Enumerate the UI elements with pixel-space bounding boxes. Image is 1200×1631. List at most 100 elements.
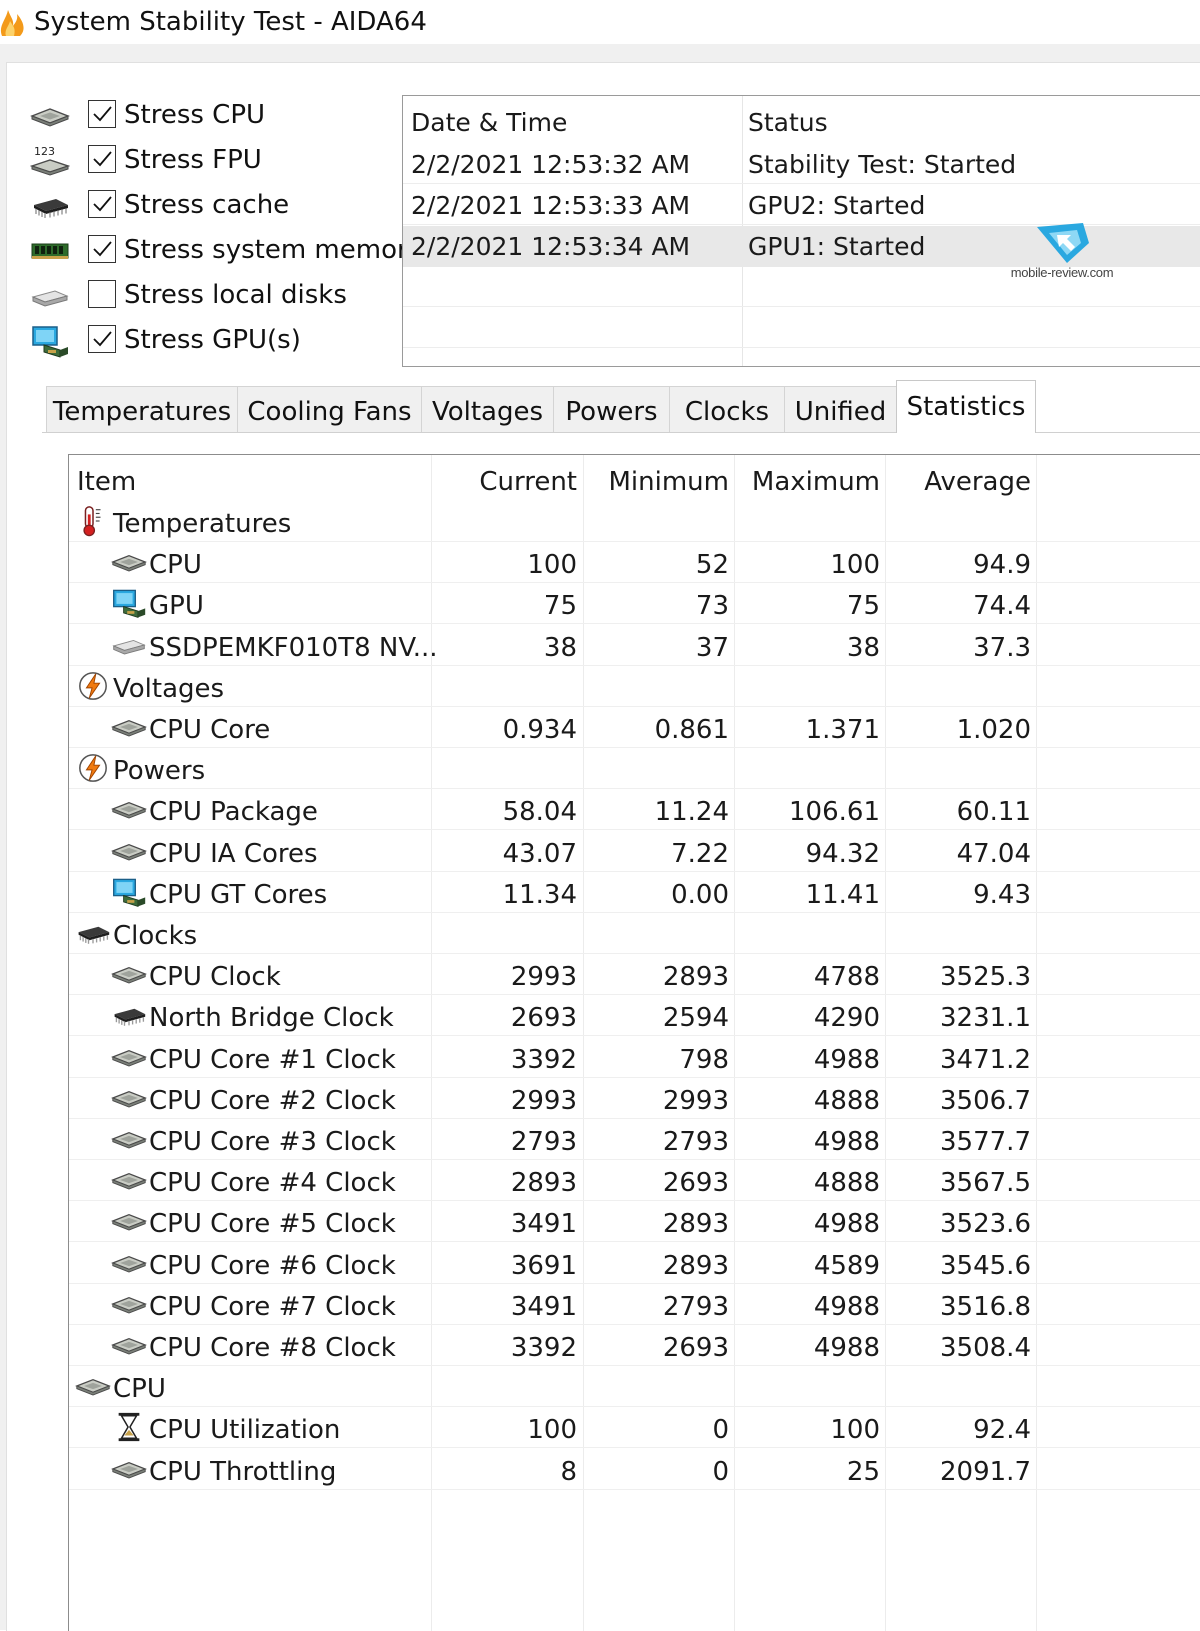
value-average: 3516.8	[940, 1291, 1031, 1322]
log-row[interactable]: 2/2/2021 12:53:32 AM Stability Test: Sta…	[403, 144, 1200, 185]
item-label: North Bridge Clock	[149, 1003, 394, 1034]
stats-row[interactable]: CPU Core #8 Clock 3392 2693 4988 3508.4	[69, 1325, 1200, 1366]
stats-row[interactable]: CPU Clock 2993 2893 4788 3525.3	[69, 954, 1200, 996]
stress-option-5[interactable]: Stress GPU(s)	[30, 320, 410, 362]
checkmark-icon	[93, 241, 112, 257]
row-icon-wrap	[75, 917, 109, 951]
stats-row[interactable]: CPU Package 58.04 11.24 106.61 60.11	[69, 789, 1200, 831]
stats-group-row[interactable]: Temperatures	[69, 501, 1200, 542]
tab-voltages[interactable]: Voltages	[421, 386, 554, 432]
stats-group-row[interactable]: Clocks	[69, 913, 1200, 954]
stats-row[interactable]: CPU Throttling 8 0 25 2091.7	[69, 1449, 1200, 1490]
value-current: 3392	[510, 1044, 577, 1075]
stress-option-3[interactable]: Stress system memory	[30, 230, 423, 272]
cpu-chip-icon	[111, 1123, 147, 1155]
stats-row[interactable]: CPU Core 0.934 0.861 1.371 1.020	[69, 707, 1200, 748]
item-label: CPU Core #3 Clock	[149, 1127, 396, 1157]
value-average: 3577.7	[940, 1127, 1031, 1157]
statistics-table[interactable]: Item Current Minimum Maximum Average Tem…	[68, 454, 1200, 1631]
value-current: 0.934	[502, 715, 577, 745]
item-label: CPU Core #1 Clock	[149, 1044, 396, 1075]
log-row[interactable]: 2/2/2021 12:53:33 AM GPU2: Started	[403, 185, 1200, 226]
item-label: CPU IA Cores	[149, 838, 318, 869]
stats-row[interactable]: CPU Core #3 Clock 2793 2793 4988 3577.7	[69, 1119, 1200, 1160]
log-status: GPU1: Started	[748, 232, 926, 261]
row-icon-wrap	[75, 505, 109, 539]
stress-option-1[interactable]: Stress FPU	[30, 140, 410, 182]
stats-row[interactable]: SSDPEMKF010T8 NV... 38 37 38 37.3	[69, 625, 1200, 666]
stats-group-row[interactable]: Voltages	[69, 666, 1200, 707]
stress-checkbox[interactable]	[88, 235, 116, 263]
stress-option-icon-wrap	[30, 324, 70, 358]
header-item[interactable]: Item	[77, 455, 136, 501]
item-label: CPU Core #5 Clock	[149, 1209, 396, 1240]
tab-clocks[interactable]: Clocks	[669, 386, 785, 432]
value-minimum: 2793	[662, 1291, 729, 1322]
log-header-status[interactable]: Status	[748, 102, 828, 143]
log-header-datetime[interactable]: Date & Time	[411, 102, 567, 143]
stats-row[interactable]: CPU GT Cores 11.34 0.00 11.41 9.43	[69, 872, 1200, 913]
lightning-icon	[75, 752, 111, 784]
stats-row[interactable]: CPU Core #4 Clock 2893 2693 4888 3567.5	[69, 1160, 1200, 1202]
value-maximum: 4888	[813, 1168, 880, 1199]
stats-row[interactable]: CPU IA Cores 43.07 7.22 94.32 47.04	[69, 831, 1200, 872]
stats-row[interactable]: GPU 75 73 75 74.4	[69, 583, 1200, 625]
stress-option-icon-wrap	[30, 99, 70, 133]
group-label: Clocks	[113, 921, 198, 951]
stress-checkbox[interactable]	[88, 145, 116, 173]
header-current[interactable]: Current	[431, 455, 577, 501]
stats-group-row[interactable]: Powers	[69, 748, 1200, 790]
stats-row[interactable]: CPU Core #2 Clock 2993 2993 4888 3506.7	[69, 1078, 1200, 1119]
item-label: CPU Throttling	[149, 1456, 337, 1487]
tab-unified[interactable]: Unified	[784, 386, 897, 432]
stress-option-4[interactable]: Stress local disks	[30, 275, 410, 317]
stats-row[interactable]: CPU Core #6 Clock 3691 2893 4589 3545.6	[69, 1243, 1200, 1284]
stats-row[interactable]: CPU Core #1 Clock 3392 798 4988 3471.2	[69, 1037, 1200, 1078]
group-label: CPU	[113, 1374, 166, 1405]
group-label: Powers	[113, 756, 206, 787]
stress-option-2[interactable]: Stress cache	[30, 185, 410, 227]
cpu-chip-icon	[111, 1164, 147, 1196]
fpu-123-icon	[30, 144, 70, 178]
value-average: 3525.3	[940, 962, 1031, 993]
stress-option-icon-wrap	[30, 234, 70, 268]
stats-row[interactable]: CPU Core #5 Clock 3491 2893 4988 3523.6	[69, 1201, 1200, 1243]
header-average[interactable]: Average	[885, 455, 1031, 501]
tab-temperatures[interactable]: Temperatures	[46, 386, 238, 432]
value-current: 3392	[510, 1333, 577, 1363]
tab-powers[interactable]: Powers	[553, 386, 670, 432]
stats-group-row[interactable]: CPU	[69, 1366, 1200, 1408]
stats-row[interactable]: North Bridge Clock 2693 2594 4290 3231.1	[69, 995, 1200, 1037]
value-maximum: 4788	[813, 962, 880, 993]
cpu-chip-icon	[30, 99, 70, 133]
value-average: 3567.5	[940, 1168, 1031, 1199]
item-label: CPU Core #6 Clock	[149, 1250, 396, 1281]
value-average: 94.9	[973, 550, 1031, 581]
stress-checkbox[interactable]	[88, 280, 116, 308]
value-minimum: 2993	[662, 1085, 729, 1116]
stress-checkbox[interactable]	[88, 100, 116, 128]
cpu-chip-icon	[111, 1288, 147, 1320]
stats-row[interactable]: CPU Core #7 Clock 3491 2793 4988 3516.8	[69, 1284, 1200, 1325]
cache-chip-icon	[30, 189, 70, 223]
header-minimum[interactable]: Minimum	[583, 455, 730, 501]
value-current: 2793	[510, 1127, 577, 1157]
value-minimum: 2893	[662, 962, 729, 993]
watermark-logo	[1037, 223, 1089, 263]
value-average: 3471.2	[940, 1044, 1031, 1075]
stress-option-0[interactable]: Stress CPU	[30, 95, 410, 137]
cpu-chip-icon	[111, 1247, 147, 1279]
value-minimum: 2693	[662, 1333, 729, 1363]
header-maximum[interactable]: Maximum	[734, 455, 880, 501]
stress-checkbox[interactable]	[88, 325, 116, 353]
tab-statistics[interactable]: Statistics	[896, 380, 1036, 433]
stats-row[interactable]: CPU 100 52 100 94.9	[69, 542, 1200, 584]
stats-row[interactable]: CPU Utilization 100 0 100 92.4	[69, 1407, 1200, 1449]
status-log-table[interactable]: Date & Time Status 2/2/2021 12:53:32 AM …	[402, 95, 1200, 367]
item-label: CPU Package	[149, 797, 318, 828]
value-current: 43.07	[502, 838, 577, 869]
item-label: CPU Clock	[149, 962, 281, 993]
tab-cooling-fans[interactable]: Cooling Fans	[237, 386, 422, 432]
stress-checkbox[interactable]	[88, 190, 116, 218]
stress-option-label: Stress local disks	[124, 280, 347, 310]
